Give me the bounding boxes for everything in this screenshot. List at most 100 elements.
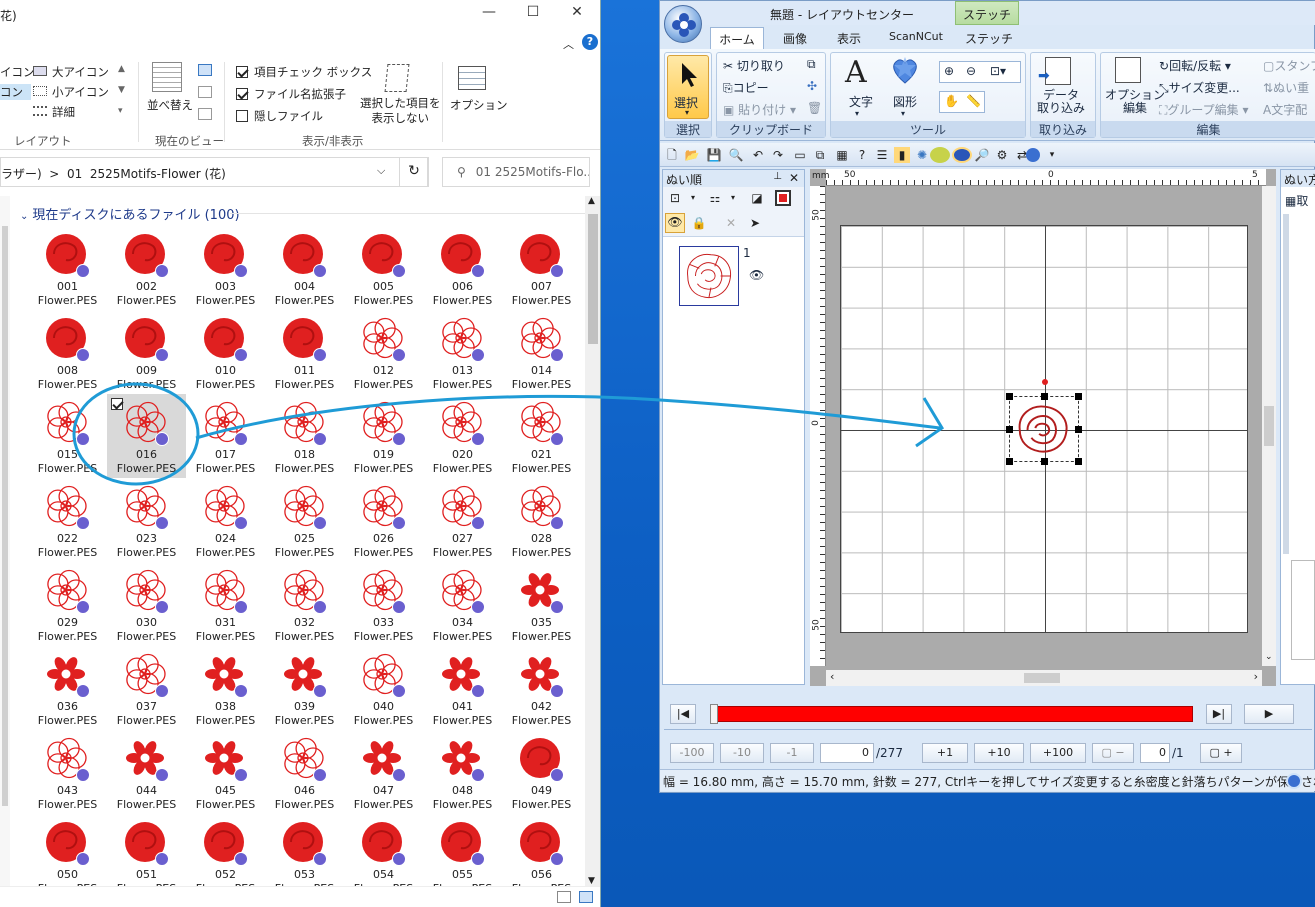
view-large-icons[interactable]: 大アイコン xyxy=(52,64,109,80)
visibility-eye-icon[interactable]: 👁 xyxy=(749,268,764,282)
duplicate-icon[interactable]: ⧉ xyxy=(807,57,816,72)
zoom-in-icon[interactable]: ⊕ xyxy=(944,64,954,78)
text-arrange-button[interactable]: A文字配 xyxy=(1263,101,1307,118)
new-file-icon[interactable]: 🗋 xyxy=(664,147,680,163)
file-item[interactable]: 021 Flower.PES xyxy=(502,394,581,478)
unlink-icon[interactable]: ✕ xyxy=(723,215,739,231)
view-medium-icons[interactable]: コン xyxy=(0,84,31,100)
step-minus-100[interactable]: -100 xyxy=(670,743,714,763)
file-item[interactable]: 005 Flower.PES xyxy=(344,226,423,310)
selected-design[interactable] xyxy=(1006,379,1082,465)
step-plus-1[interactable]: +1 xyxy=(922,743,968,763)
resize-handle[interactable] xyxy=(1041,458,1048,465)
zoom-fit-icon[interactable]: ⊡▾ xyxy=(990,64,1006,78)
realistic-view-icon[interactable] xyxy=(930,147,950,163)
tab-view[interactable]: 表示 xyxy=(826,27,872,49)
file-scrollbar[interactable]: ▲ ▼ xyxy=(585,196,600,886)
scroll-up-icon[interactable]: ▲ xyxy=(588,196,595,206)
file-item[interactable]: 027 Flower.PES xyxy=(423,478,502,562)
stitch-count-input[interactable]: 0 xyxy=(820,743,874,763)
stamp-button[interactable]: ▢スタンプ xyxy=(1263,57,1315,74)
group-by-icon[interactable] xyxy=(198,64,212,76)
sim-start-button[interactable]: |◀ xyxy=(670,704,696,724)
stitch-order-button[interactable]: ⇅ぬい重 xyxy=(1263,79,1309,96)
file-item[interactable]: 029 Flower.PES xyxy=(28,562,107,646)
file-item[interactable]: 045 Flower.PES xyxy=(186,730,265,814)
fit-icon[interactable]: ⊡ xyxy=(667,190,683,206)
file-item[interactable]: 020 Flower.PES xyxy=(423,394,502,478)
chevron-down-icon[interactable]: ⌄ xyxy=(20,211,28,222)
sort-button[interactable]: 並べ替え xyxy=(147,97,193,113)
collapse-ribbon-icon[interactable]: ︿ xyxy=(563,36,574,52)
file-item[interactable]: 033 Flower.PES xyxy=(344,562,423,646)
text-tool-icon[interactable]: A xyxy=(845,55,867,90)
extension-toggle[interactable]: ファイル名拡張子 xyxy=(236,86,346,102)
file-item[interactable]: 007 Flower.PES xyxy=(502,226,581,310)
file-item[interactable]: 017 Flower.PES xyxy=(186,394,265,478)
help-icon[interactable]: ? xyxy=(582,34,598,50)
zoom-out-icon[interactable]: ⊖ xyxy=(966,64,976,78)
display-icon[interactable]: ▭ xyxy=(792,147,808,163)
lock-icon[interactable]: 🔒 xyxy=(691,215,707,231)
address-dropdown-icon[interactable]: ⌵ xyxy=(377,164,385,178)
open-icon[interactable]: 📂 xyxy=(684,147,700,163)
minimize-icon[interactable]: — xyxy=(474,4,504,20)
shape-tool-label[interactable]: 図形 xyxy=(893,93,917,110)
section-header[interactable]: ⌄ 現在ディスクにあるファイル (100) xyxy=(20,204,585,223)
file-item[interactable]: 011 Flower.PES xyxy=(265,310,344,394)
scroll-down-icon[interactable]: ▼ xyxy=(588,876,595,886)
details-view-icon[interactable] xyxy=(557,891,571,903)
file-item[interactable]: 004 Flower.PES xyxy=(265,226,344,310)
thread-chart-icon[interactable]: ▮ xyxy=(894,147,910,163)
close-icon[interactable]: ✕ xyxy=(562,4,592,20)
file-item[interactable]: 010 Flower.PES xyxy=(186,310,265,394)
preview-icon[interactable]: 🔎 xyxy=(974,147,990,163)
file-item[interactable]: 044 Flower.PES xyxy=(107,730,186,814)
file-item[interactable]: 043 Flower.PES xyxy=(28,730,107,814)
layers-icon[interactable]: ◪ xyxy=(749,190,765,206)
tab-stitch[interactable]: ステッチ xyxy=(958,27,1020,49)
file-item[interactable]: 008 Flower.PES xyxy=(28,310,107,394)
option-edit-icon[interactable] xyxy=(1115,57,1141,83)
pin-icon[interactable]: ⊥ xyxy=(773,171,782,182)
resize-handle[interactable] xyxy=(1075,393,1082,400)
help-question-icon[interactable]: ? xyxy=(854,147,870,163)
file-item[interactable]: 035 Flower.PES xyxy=(502,562,581,646)
step-plus-100[interactable]: +100 xyxy=(1030,743,1086,763)
file-item[interactable]: 042 Flower.PES xyxy=(502,646,581,730)
view-details[interactable]: 詳細 xyxy=(52,104,75,120)
zoom-icon[interactable]: 🔍 xyxy=(728,147,744,163)
hidden-files-check[interactable] xyxy=(236,110,248,122)
text-tool-label[interactable]: 文字 xyxy=(849,93,873,110)
file-item[interactable]: 037 Flower.PES xyxy=(107,646,186,730)
canvas-hscroll[interactable]: ‹ › xyxy=(826,670,1262,686)
right-pane-sub[interactable]: ▦取 xyxy=(1285,192,1308,209)
file-item[interactable]: 040 Flower.PES xyxy=(344,646,423,730)
shape-tool-icon[interactable] xyxy=(889,55,921,87)
rotate-flip-button[interactable]: ↻回転/反転 ▾ xyxy=(1159,57,1231,74)
sim-play-button[interactable]: ▶ xyxy=(1244,704,1294,724)
file-item[interactable]: 025 Flower.PES xyxy=(265,478,344,562)
stitch-progress-bar[interactable] xyxy=(710,704,1193,724)
file-item[interactable]: 028 Flower.PES xyxy=(502,478,581,562)
file-item[interactable]: 016 Flower.PES xyxy=(107,394,186,478)
hoop-area[interactable] xyxy=(840,225,1248,633)
file-item[interactable]: 030 Flower.PES xyxy=(107,562,186,646)
canvas-vscroll[interactable]: ⌄ xyxy=(1262,186,1276,666)
extension-check[interactable] xyxy=(236,88,248,100)
cut-button[interactable]: ✂ 切り取り xyxy=(723,57,785,74)
file-item[interactable]: 026 Flower.PES xyxy=(344,478,423,562)
file-item[interactable]: 048 Flower.PES xyxy=(423,730,502,814)
object-thumbnail[interactable] xyxy=(679,246,739,306)
file-item[interactable]: 014 Flower.PES xyxy=(502,310,581,394)
save-icon[interactable]: 💾 xyxy=(706,147,722,163)
file-item[interactable]: 049 Flower.PES xyxy=(502,730,581,814)
frame-minus-button[interactable]: ▢ − xyxy=(1092,743,1134,763)
copy-button[interactable]: ⎘コピー xyxy=(723,79,769,96)
file-item[interactable]: 002 Flower.PES xyxy=(107,226,186,310)
resize-handle[interactable] xyxy=(1006,458,1013,465)
hide-selected-button[interactable]: 選択した項目を 表示しない xyxy=(360,96,441,126)
file-item[interactable]: 001 Flower.PES xyxy=(28,226,107,310)
scroll-thumb[interactable] xyxy=(588,214,598,344)
option-edit-button[interactable]: オプション 編集 xyxy=(1105,89,1165,115)
